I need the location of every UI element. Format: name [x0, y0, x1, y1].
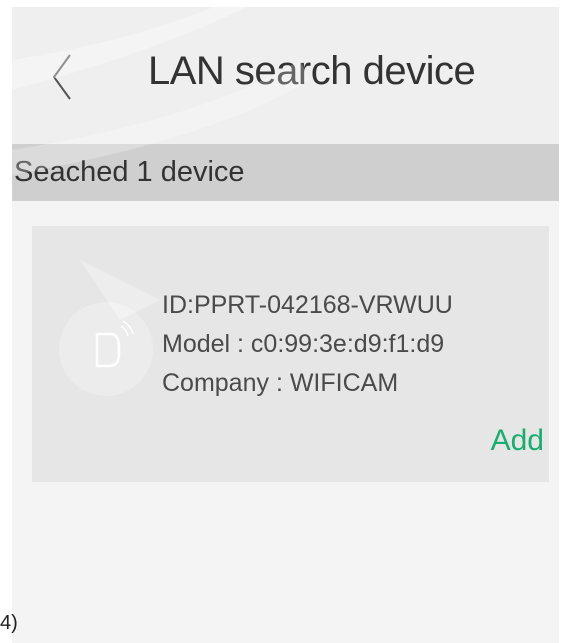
page-title: LAN search device — [148, 49, 476, 93]
camera-wifi-icon — [95, 320, 134, 368]
device-card[interactable]: ID:PPRT-042168-VRWUU Model : c0:99:3e:d9… — [32, 226, 549, 482]
top-bar: LAN search device — [12, 7, 559, 144]
result-count-label: Seached 1 device — [14, 156, 245, 188]
figure-label: 4) — [0, 612, 18, 634]
device-avatar — [59, 302, 153, 396]
back-button[interactable] — [42, 47, 82, 107]
result-count-bar: Seached 1 device — [12, 144, 559, 201]
device-id: ID:PPRT-042168-VRWUU — [162, 291, 453, 319]
device-model: Model : c0:99:3e:d9:f1:d9 — [162, 330, 445, 358]
device-company: Company : WIFICAM — [162, 369, 399, 397]
add-device-button[interactable]: Add — [491, 424, 544, 458]
chevron-left-icon — [52, 54, 71, 100]
app-screen: LAN search device Seached 1 device ID:PP… — [12, 7, 559, 643]
device-info: ID:PPRT-042168-VRWUU Model : c0:99:3e:d9… — [162, 286, 453, 403]
